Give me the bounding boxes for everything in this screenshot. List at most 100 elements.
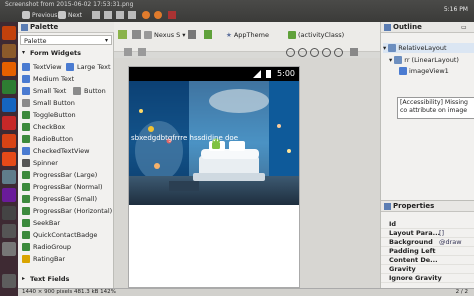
property-value[interactable]: @draw xyxy=(439,238,462,246)
palette-item[interactable]: RadioButton xyxy=(22,133,73,144)
palette-item[interactable]: Spinner xyxy=(22,157,58,168)
progressbar-large-icon xyxy=(22,170,30,179)
text-editor-icon[interactable] xyxy=(2,224,16,238)
property-value[interactable]: [] xyxy=(439,229,444,237)
palette-item-label: CheckedTextView xyxy=(33,146,90,155)
next-button[interactable]: Next xyxy=(58,10,82,20)
previous-icon xyxy=(22,11,30,19)
section-text-fields-label: Text Fields xyxy=(30,275,70,283)
phone-icon[interactable] xyxy=(132,30,141,39)
zoom-out-icon[interactable] xyxy=(104,11,112,19)
section-text-fields[interactable]: ▸ Text Fields xyxy=(20,274,112,284)
palette-item[interactable]: TextView xyxy=(22,61,62,72)
palette-item-label: CheckBox xyxy=(33,122,66,131)
property-row[interactable]: Ignore Gravity xyxy=(381,274,474,283)
clock: 5:16 PM xyxy=(443,6,468,13)
zoom-fit-icon[interactable] xyxy=(322,48,331,57)
settings-icon[interactable] xyxy=(2,170,16,184)
button-icon xyxy=(73,86,81,95)
palette-item[interactable]: Button xyxy=(73,85,106,96)
zoom-normal-icon[interactable] xyxy=(116,11,124,19)
small-button-icon xyxy=(22,98,30,107)
orientation-icon[interactable] xyxy=(188,30,196,39)
radiogroup-icon xyxy=(22,242,30,251)
zoom-in-icon[interactable] xyxy=(286,48,295,57)
zoom-real-icon[interactable] xyxy=(334,48,343,57)
zoom-actual-icon[interactable] xyxy=(310,48,319,57)
palette-item[interactable]: CheckedTextView xyxy=(22,145,89,156)
device-selector[interactable]: Nexus S ▾ xyxy=(144,30,186,40)
terminal-icon[interactable] xyxy=(2,206,16,220)
property-row[interactable]: Content De... xyxy=(381,256,474,265)
accessibility-warning-tooltip: [Accessibility] Missing co attribute on … xyxy=(397,97,474,119)
section-form-widgets-label: Form Widgets xyxy=(30,49,81,57)
palette-item[interactable]: ProgressBar (Large) xyxy=(22,169,97,180)
amazon-icon[interactable] xyxy=(2,152,16,166)
progressbar-normal-icon xyxy=(22,182,30,191)
minimize-icon[interactable]: ▭ xyxy=(461,24,467,31)
palette-item[interactable]: ProgressBar (Small) xyxy=(22,193,97,204)
palette-item-label: RadioGroup xyxy=(33,242,72,251)
palette-selector[interactable]: Palette ▾ xyxy=(20,35,112,45)
android-icon[interactable] xyxy=(204,30,212,39)
outline-row-imageview[interactable]: imageView1 xyxy=(399,66,449,76)
property-key: Id xyxy=(389,220,397,228)
palette-item[interactable]: RatingBar xyxy=(22,253,65,264)
section-form-widgets[interactable]: ▾ Form Widgets xyxy=(20,48,112,58)
layout-icon[interactable] xyxy=(118,30,127,39)
palette-item[interactable]: Small Button xyxy=(22,97,75,108)
property-row[interactable]: Id xyxy=(381,220,474,229)
property-row[interactable]: Layout Para...[] xyxy=(381,229,474,238)
property-row[interactable]: Padding Left xyxy=(381,247,474,256)
image-view[interactable]: sbxedgdbtgfrrre hssdidjne doe xyxy=(129,81,299,205)
writer-icon[interactable] xyxy=(2,98,16,112)
spreadsheet-icon[interactable] xyxy=(2,80,16,94)
zoom-fit-icon[interactable] xyxy=(128,11,136,19)
outline-row-linearlayout[interactable]: ▾ rr (LinearLayout) xyxy=(389,55,459,65)
zoom-out-icon[interactable] xyxy=(298,48,307,57)
properties-icon xyxy=(384,203,391,210)
palette-item[interactable]: ProgressBar (Normal) xyxy=(22,181,103,192)
properties-tab[interactable]: Properties xyxy=(381,201,474,212)
palette-tab[interactable]: Palette xyxy=(18,22,114,33)
palette-item[interactable]: Large Text xyxy=(66,61,111,72)
impress-icon[interactable] xyxy=(2,116,16,130)
activity-selector[interactable]: (activityClass) xyxy=(288,30,344,40)
zoom-in-icon[interactable] xyxy=(92,11,100,19)
palette-item[interactable]: Medium Text xyxy=(22,73,74,84)
palette-item[interactable]: QuickContactBadge xyxy=(22,229,97,240)
delete-icon[interactable] xyxy=(168,11,176,19)
rotate-left-icon[interactable] xyxy=(142,11,150,19)
chevron-down-icon: ▾ xyxy=(383,44,387,52)
rotate-right-icon[interactable] xyxy=(154,11,162,19)
chevron-down-icon: ▾ xyxy=(389,56,393,64)
palette-item[interactable]: ProgressBar (Horizontal) xyxy=(22,205,112,216)
eclipse-icon[interactable] xyxy=(2,188,16,202)
previous-button[interactable]: Previous xyxy=(22,10,57,20)
palette-item[interactable]: ToggleButton xyxy=(22,109,76,120)
property-row[interactable]: Background @draw xyxy=(381,238,474,247)
palette-item[interactable]: CheckBox xyxy=(22,121,65,132)
files-icon[interactable] xyxy=(2,44,16,58)
margin-icon[interactable] xyxy=(138,48,146,56)
palette-item[interactable]: RadioGroup xyxy=(22,241,71,252)
property-row[interactable]: Gravity xyxy=(381,265,474,274)
refresh-icon[interactable] xyxy=(350,48,358,56)
star-icon: ★ xyxy=(226,31,232,39)
large-text-icon xyxy=(66,62,74,71)
chevron-down-icon: ▾ xyxy=(182,31,186,39)
palette-item[interactable]: Small Text xyxy=(22,85,66,96)
layout-actions-icon[interactable] xyxy=(124,48,132,56)
outline-row-relativelayout[interactable]: ▾ RelativeLayout xyxy=(383,43,474,53)
outline-leaf-label: imageView1 xyxy=(409,67,449,75)
property-key: Ignore Gravity xyxy=(389,274,442,282)
ubuntu-icon[interactable] xyxy=(2,26,16,40)
palette-item[interactable]: SeekBar xyxy=(22,217,60,228)
palette-panel: Palette Palette ▾ ▾ Form Widgets TextVie… xyxy=(18,22,114,288)
trash-icon[interactable] xyxy=(2,274,16,288)
software-center-icon[interactable] xyxy=(2,134,16,148)
property-key: Gravity xyxy=(389,265,416,273)
theme-selector[interactable]: ★ AppTheme xyxy=(226,30,269,40)
firefox-icon[interactable] xyxy=(2,62,16,76)
image-viewer-icon[interactable] xyxy=(2,242,16,256)
